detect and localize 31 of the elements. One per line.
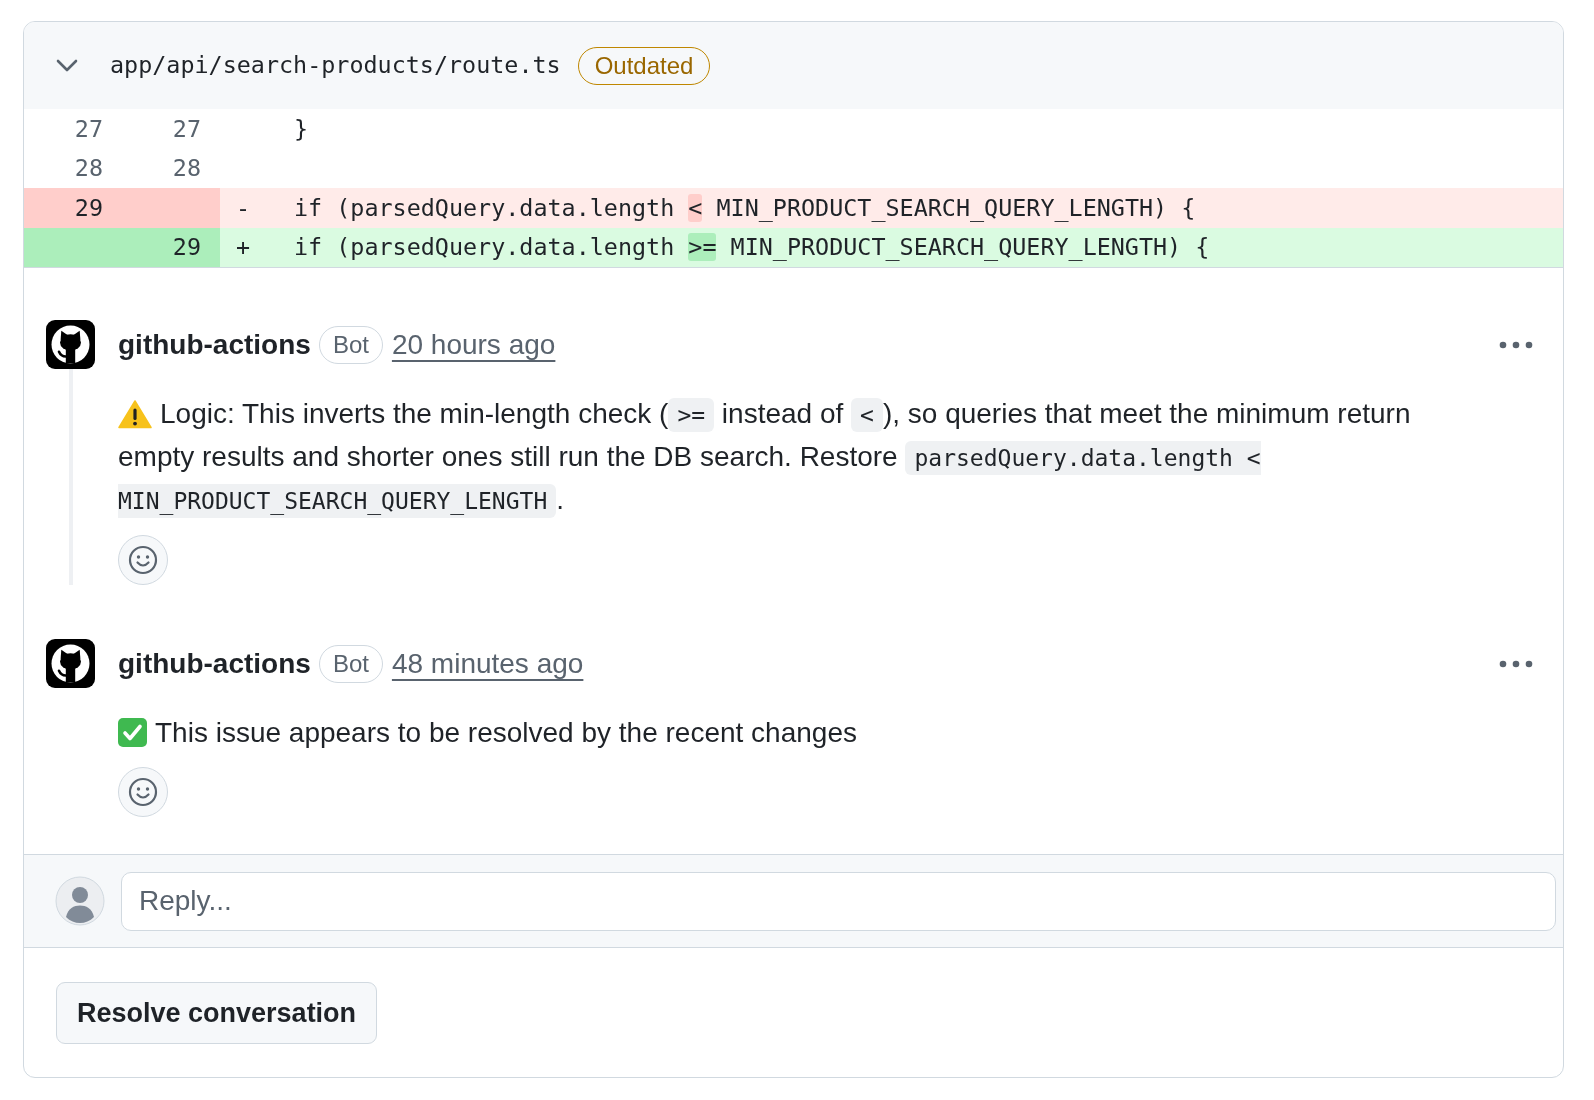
avatar-icon: [46, 639, 95, 688]
code-line: if (parsedQuery.data.length < MIN_PRODUCT_SEARCH_QUERY_LENGTH) {: [294, 193, 1196, 222]
reply-field[interactable]: Reply...: [121, 871, 1556, 931]
avatar-icon: [46, 320, 95, 369]
check-icon: [118, 718, 147, 747]
timestamp-link[interactable]: 48 minutes ago: [391, 642, 584, 685]
line-number: 27: [172, 114, 201, 143]
smiley-icon: [128, 545, 158, 575]
smiley-icon: [128, 777, 158, 807]
file-path: app/api/search-products/route.ts: [110, 49, 561, 81]
author-name[interactable]: github-actions: [118, 642, 311, 685]
reaction-button[interactable]: [118, 535, 168, 585]
code-line: if (parsedQuery.data.length >= MIN_PRODUCT_SEARCH_QUERY_LENGTH) {: [294, 233, 1210, 262]
user-avatar-icon: [55, 876, 105, 926]
line-number: 28: [172, 154, 201, 183]
code-line: }: [294, 114, 309, 143]
reaction-button[interactable]: [118, 767, 168, 817]
more-options-icon[interactable]: [1499, 659, 1533, 668]
diff-marker: -: [236, 193, 251, 222]
resolve-button[interactable]: Resolve conversation: [56, 982, 378, 1044]
chevron-down-icon[interactable]: [56, 59, 78, 72]
author-name[interactable]: github-actions: [118, 323, 311, 366]
line-number: 28: [74, 154, 103, 183]
line-number: 29: [74, 193, 103, 222]
line-number: 29: [172, 233, 201, 262]
warning-icon: [118, 399, 152, 429]
timestamp-link[interactable]: 20 hours ago: [391, 323, 556, 366]
line-number: 27: [74, 114, 103, 143]
comment-text: This issue appears to be resolved by the recent changes: [155, 717, 857, 748]
diff-marker: +: [236, 233, 251, 262]
more-options-icon[interactable]: [1499, 340, 1533, 349]
